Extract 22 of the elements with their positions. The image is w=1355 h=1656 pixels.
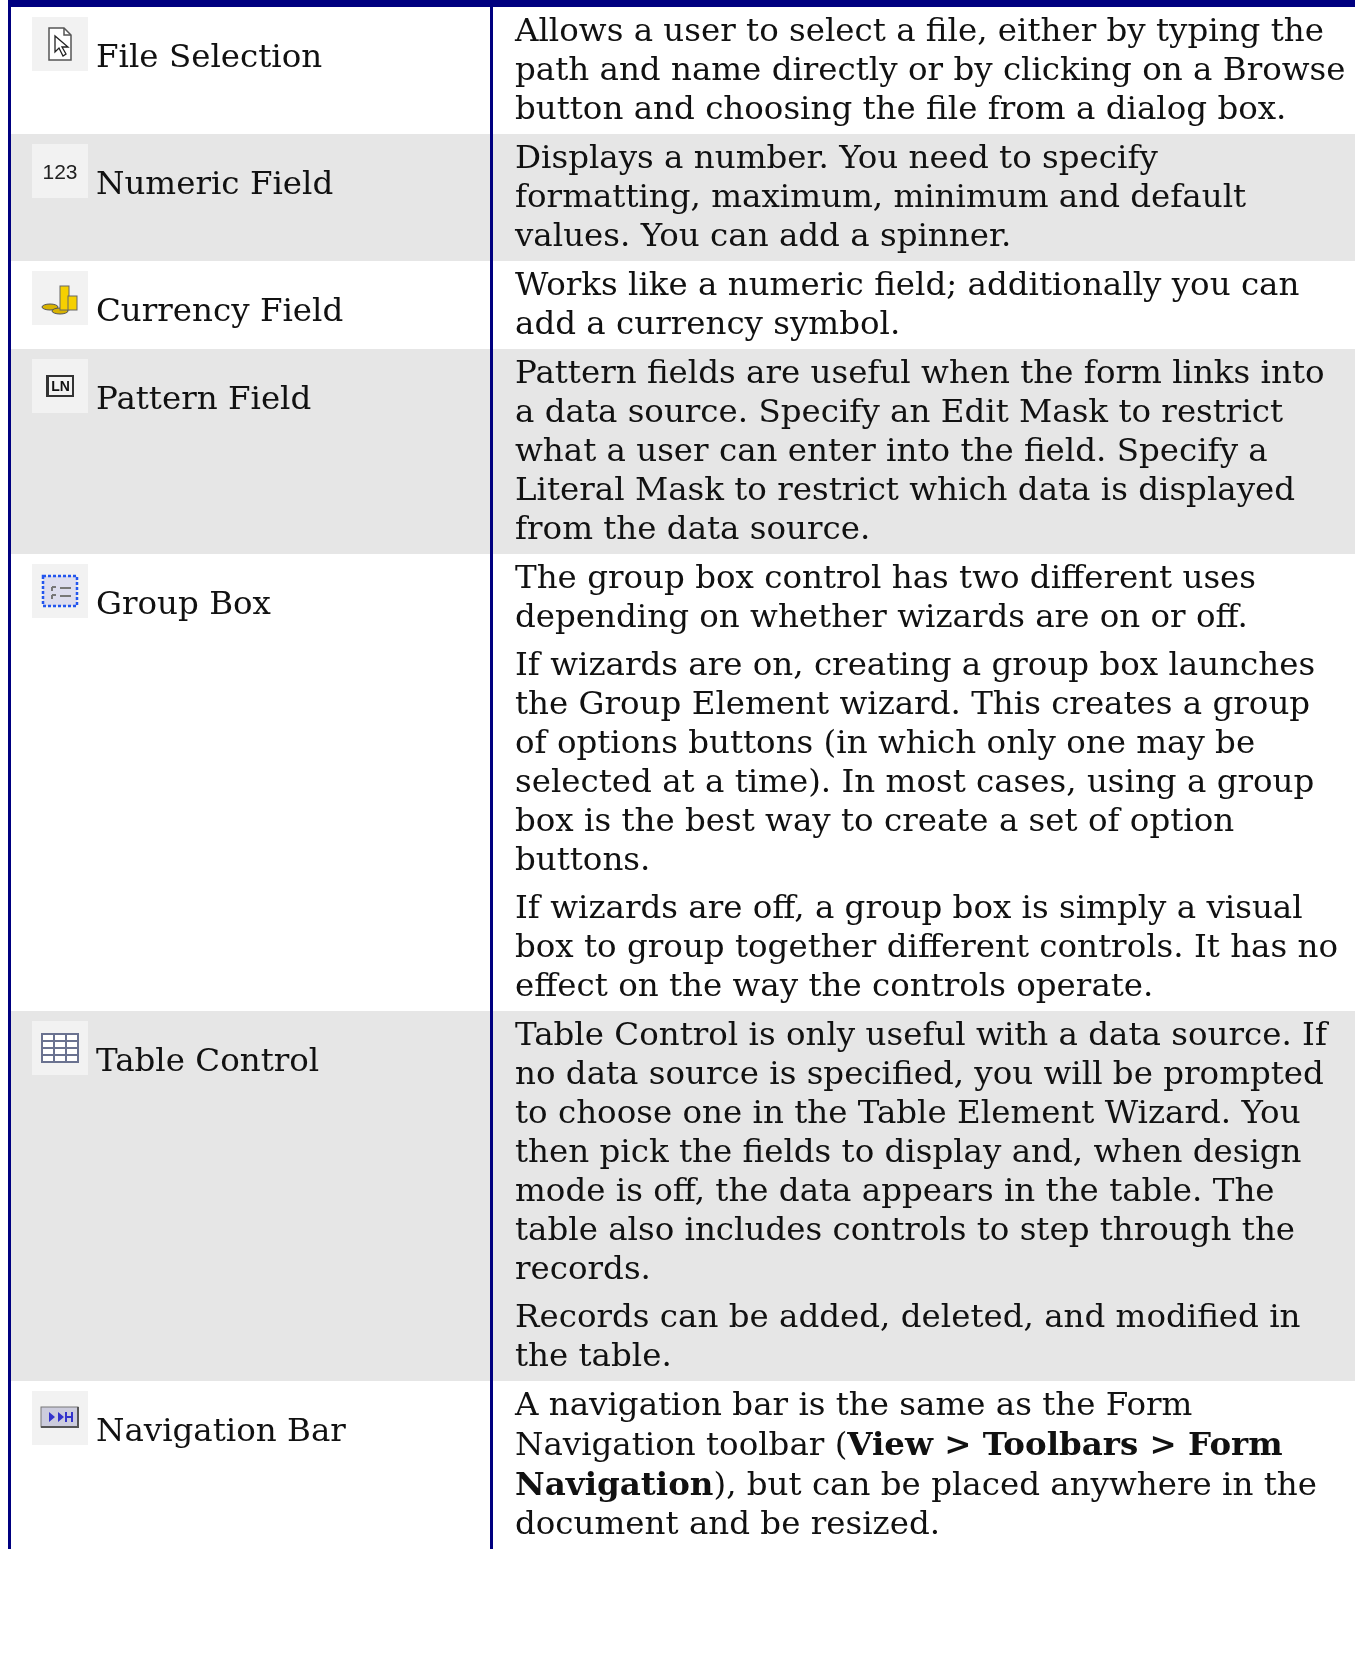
description: Works like a numeric field; additionally you can add a currency symbol. (515, 265, 1301, 343)
control-name: Numeric Field (96, 164, 334, 203)
table-grid-icon (40, 1032, 80, 1064)
description: The group box control has two different uses depending on whether wizards are on or off. (515, 558, 1257, 636)
pattern-icon: LN (46, 375, 74, 397)
file-pointer-icon (45, 26, 75, 62)
description: Table Control is only useful with a data source. If no data source is specified, you will be prompted to choose one in the Table Element Wizard. You then pick the fields to display and, when design mode is off, the data appears in the table. The table also includes controls to step through the records. (515, 1015, 1330, 1288)
control-name: File Selection (96, 37, 323, 76)
description: Displays a number. You need to specify formatting, maximum, minimum and default values. You can add a spinner. (515, 138, 1248, 255)
description: Records can be added, deleted, and modified in the table. (515, 1297, 1302, 1375)
control-name: Group Box (96, 584, 271, 623)
description: If wizards are on, creating a group box launches the Group Element wizard. This creates a group of options buttons (in which only one may be selected at a time). In most cases, using a group box is the best way to create a set of option buttons. (515, 645, 1317, 879)
skip-forward-icon (40, 1406, 80, 1430)
description: Allows a user to select a file, either by typing the path and name directly or by clicking on a Browse button and choosing the file from a dialog box. (515, 11, 1347, 128)
control-name: Table Control (96, 1041, 320, 1080)
description: Pattern fields are useful when the form links into a data source. Specify an Edit Mask to restrict what a user can enter into the field. Specify a Literal Mask to restrict which data is displayed from the data source. (515, 353, 1326, 548)
control-name: Navigation Bar (96, 1411, 346, 1450)
control-name: Pattern Field (96, 379, 312, 418)
number-icon: 123 (42, 160, 78, 182)
description: A navigation bar is the same as the Form Navigation toolbar (View > Toolbars > Form Navigation), but can be placed anywhere in the document and be resized. (515, 1385, 1318, 1543)
control-name: Currency Field (96, 291, 344, 330)
description: If wizards are off, a group box is simply a visual box to group together different controls. It has no effect on the way the controls operate. (515, 888, 1339, 1005)
